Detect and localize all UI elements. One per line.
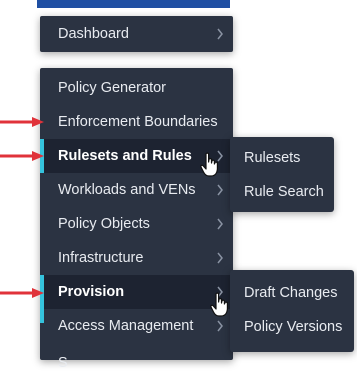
- dashboard-menu: Dashboard: [40, 16, 233, 52]
- menu-item-policy-generator[interactable]: Policy Generator: [40, 71, 233, 105]
- menu-item-workloads-and-vens[interactable]: Workloads and VENs: [40, 173, 233, 207]
- submenu-item-rulesets[interactable]: Rulesets: [230, 141, 334, 175]
- submenu-item-label: Rule Search: [244, 184, 324, 200]
- menu-item-policy-objects[interactable]: Policy Objects: [40, 207, 233, 241]
- header-bar: [37, 0, 230, 8]
- menu-item-provision[interactable]: Provision: [40, 275, 233, 309]
- submenu-item-label: Policy Versions: [244, 319, 343, 335]
- menu-item-enforcement-boundaries[interactable]: Enforcement Boundaries: [40, 105, 233, 139]
- chevron-right-icon: [217, 218, 223, 230]
- menu-item-label: Dashboard: [58, 26, 129, 42]
- menu-item-label: Enforcement Boundaries: [58, 114, 218, 130]
- menu-item-dashboard[interactable]: Dashboard: [40, 17, 233, 51]
- submenu-item-label: Rulesets: [244, 150, 301, 166]
- rulesets-submenu: Rulesets Rule Search: [230, 137, 334, 212]
- hand-pointer-icon: [210, 292, 228, 317]
- submenu-item-policy-versions[interactable]: Policy Versions: [230, 310, 354, 344]
- red-arrow-icon: [0, 117, 44, 127]
- chevron-right-icon: [217, 184, 223, 196]
- hand-pointer-icon: [200, 152, 218, 177]
- menu-item-infrastructure[interactable]: Infrastructure: [40, 241, 233, 275]
- submenu-item-draft-changes[interactable]: Draft Changes: [230, 276, 354, 310]
- menu-item-label: Provision: [58, 284, 125, 300]
- chevron-right-icon: [217, 252, 223, 264]
- menu-item-access-management[interactable]: Access Management: [40, 309, 233, 343]
- menu-item-label: Access Management: [58, 318, 194, 334]
- submenu-item-label: Draft Changes: [244, 285, 338, 301]
- menu-item-label: Rulesets and Rules: [58, 148, 192, 164]
- red-arrow-icon: [0, 288, 44, 298]
- main-menu: Policy Generator Enforcement Boundaries …: [40, 68, 233, 360]
- red-arrow-icon: [0, 151, 44, 161]
- menu-item-clipped[interactable]: S: [58, 355, 68, 371]
- menu-item-label: Infrastructure: [58, 250, 144, 266]
- chevron-right-icon: [217, 28, 223, 40]
- menu-item-label: Workloads and VENs: [58, 182, 196, 198]
- provision-submenu: Draft Changes Policy Versions: [230, 270, 354, 352]
- menu-item-label: Policy Generator: [58, 80, 166, 96]
- menu-item-label: Policy Objects: [58, 216, 150, 232]
- submenu-item-rule-search[interactable]: Rule Search: [230, 175, 334, 209]
- active-indicator: [40, 309, 44, 323]
